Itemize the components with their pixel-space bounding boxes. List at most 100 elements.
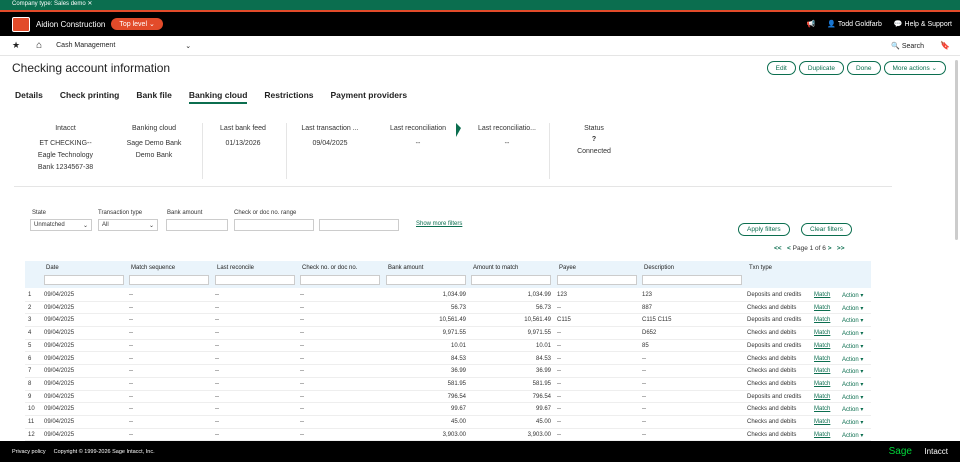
action-menu[interactable]: Action ▾ (842, 317, 863, 324)
next-page-button[interactable]: > (828, 245, 832, 252)
table-row[interactable]: 1 09/04/2025 -- -- -- 123 123 Deposits and cred… (25, 289, 871, 302)
status-value: Connected (577, 148, 611, 155)
table-row[interactable]: 12 09/04/2025 -- -- -- -- -- Checks and debits 3… (25, 429, 871, 442)
match-link[interactable]: Match (814, 368, 830, 374)
column-payee[interactable]: Payee (559, 265, 576, 271)
match-sequence-column-filter[interactable] (129, 275, 209, 285)
close-icon[interactable]: ✕ (87, 1, 92, 7)
last-reconcile-column-filter[interactable] (215, 275, 295, 285)
megaphone-icon[interactable]: 📢 (807, 20, 816, 28)
table-row[interactable]: 10 09/04/2025 -- -- -- -- -- Checks and debits 9… (25, 403, 871, 416)
amount-to-match-column-filter[interactable] (471, 275, 551, 285)
table-row[interactable]: 5 09/04/2025 -- -- -- -- 85 Deposits and credit… (25, 340, 871, 353)
action-menu[interactable]: Action ▾ (842, 406, 863, 413)
sage-logo: Sage (888, 446, 912, 457)
column-date[interactable]: Date (46, 265, 59, 271)
match-link[interactable]: Match (814, 432, 830, 438)
column-last-reconcile[interactable]: Last reconcile (217, 265, 254, 271)
tab-banking-cloud[interactable]: Banking cloud (188, 90, 248, 104)
last-reconcile-cell: -- (215, 419, 219, 425)
match-link[interactable]: Match (814, 406, 830, 412)
state-select[interactable]: Unmatched ⌄ (30, 219, 92, 231)
done-button[interactable]: Done (846, 61, 881, 75)
tab-payment-providers[interactable]: Payment providers (331, 90, 408, 104)
privacy-policy-link[interactable]: Privacy policy (12, 449, 46, 455)
match-link[interactable]: Match (814, 343, 830, 349)
match-link[interactable]: Match (814, 330, 830, 336)
table-row[interactable]: 3 09/04/2025 -- -- -- C115 C115 C115 Deposits a… (25, 314, 871, 328)
tab-bank-file[interactable]: Bank file (136, 90, 171, 104)
home-icon[interactable]: ⌂ (36, 40, 42, 51)
star-icon[interactable]: ★ (12, 40, 20, 51)
column-amount-to-match[interactable]: Amount to match (473, 265, 518, 271)
column-description[interactable]: Description (644, 265, 674, 271)
module-menu[interactable]: Cash Management (56, 42, 115, 49)
action-menu[interactable]: Action ▾ (842, 305, 863, 312)
bookmark-icon[interactable]: 🔖 (940, 41, 950, 50)
chevron-down-icon[interactable]: ⌄ (185, 42, 191, 50)
description-column-filter[interactable] (642, 275, 742, 285)
help-menu[interactable]: 💬 Help & Support (894, 20, 952, 28)
tab-details[interactable]: Details (15, 90, 43, 104)
check-no-column-filter[interactable] (300, 275, 380, 285)
date-column-filter[interactable] (44, 275, 124, 285)
bank-amount-column-filter[interactable] (386, 275, 466, 285)
table-row[interactable]: 4 09/04/2025 -- -- -- -- D652 Checks and debits… (25, 327, 871, 340)
clear-filters-button[interactable]: Clear filters (801, 223, 852, 236)
txn-type-cell: Checks and debits (747, 431, 797, 438)
check-range-from-input[interactable] (234, 219, 314, 231)
action-menu[interactable]: Action ▾ (842, 394, 863, 401)
action-menu[interactable]: Action ▾ (842, 381, 863, 388)
action-menu[interactable]: Action ▾ (842, 356, 863, 363)
amount-to-match-cell: 10.01 (535, 342, 551, 349)
match-link[interactable]: Match (814, 305, 830, 311)
transaction-type-select[interactable]: All ⌄ (98, 219, 158, 231)
more-actions-button[interactable]: More actions ⌄ (883, 61, 946, 75)
duplicate-button[interactable]: Duplicate (798, 61, 844, 75)
match-link[interactable]: Match (814, 292, 830, 298)
action-menu[interactable]: Action ▾ (842, 419, 863, 426)
last-reconcile-cell: -- (215, 355, 219, 362)
tab-check-printing[interactable]: Check printing (60, 90, 120, 104)
show-more-filters-link[interactable]: Show more filters (416, 221, 462, 227)
first-page-button[interactable]: << (774, 245, 782, 252)
table-row[interactable]: 8 09/04/2025 -- -- -- -- -- Checks and debits 58… (25, 378, 871, 391)
match-link[interactable]: Match (814, 317, 830, 323)
help-circle-icon[interactable]: ? (556, 134, 632, 146)
entity-selector[interactable]: Top level ⌄ (111, 18, 163, 30)
payee-column-filter[interactable] (557, 275, 637, 285)
action-menu[interactable]: Action ▾ (842, 432, 863, 439)
table-row[interactable]: 6 09/04/2025 -- -- -- -- -- Checks and debits 84… (25, 353, 871, 366)
bank-amount-cell: 56.73 (450, 304, 466, 311)
column-txn-type[interactable]: Txn type (749, 265, 772, 271)
match-link[interactable]: Match (814, 381, 830, 387)
transaction-type-select-value: All (102, 222, 109, 228)
edit-button[interactable]: Edit (766, 61, 796, 75)
column-match-sequence[interactable]: Match sequence (131, 265, 175, 271)
match-link[interactable]: Match (814, 356, 830, 362)
amount-to-match-cell: 56.73 (535, 304, 551, 311)
match-link[interactable]: Match (814, 394, 830, 400)
tab-restrictions[interactable]: Restrictions (264, 90, 313, 104)
action-menu[interactable]: Action ▾ (842, 330, 863, 337)
last-page-button[interactable]: >> (837, 245, 845, 252)
table-row[interactable]: 9 09/04/2025 -- -- -- -- -- Deposits and credit… (25, 391, 871, 404)
table-row[interactable]: 11 09/04/2025 -- -- -- -- -- Checks and debits 4… (25, 416, 871, 429)
user-menu[interactable]: 👤 Todd Goldfarb (827, 20, 882, 28)
table-row[interactable]: 2 09/04/2025 -- -- -- -- 887 Checks and debits 5… (25, 302, 871, 315)
apply-filters-button[interactable]: Apply filters (738, 223, 790, 236)
prev-page-button[interactable]: < (787, 245, 791, 252)
column-check-no[interactable]: Check no. or doc no. (302, 265, 357, 271)
check-range-to-input[interactable] (319, 219, 399, 231)
date-cell: 09/04/2025 (44, 292, 75, 298)
bank-amount-input[interactable] (166, 219, 228, 231)
page-scrollbar[interactable] (955, 60, 958, 240)
action-menu[interactable]: Action ▾ (842, 292, 863, 299)
action-menu[interactable]: Action ▾ (842, 368, 863, 375)
action-menu[interactable]: Action ▾ (842, 343, 863, 350)
company-logo-icon[interactable] (12, 16, 30, 32)
column-bank-amount[interactable]: Bank amount (388, 265, 423, 271)
match-link[interactable]: Match (814, 419, 830, 425)
search-link[interactable]: 🔍 Search (891, 42, 924, 50)
table-row[interactable]: 7 09/04/2025 -- -- -- -- -- Checks and debits 36… (25, 365, 871, 378)
